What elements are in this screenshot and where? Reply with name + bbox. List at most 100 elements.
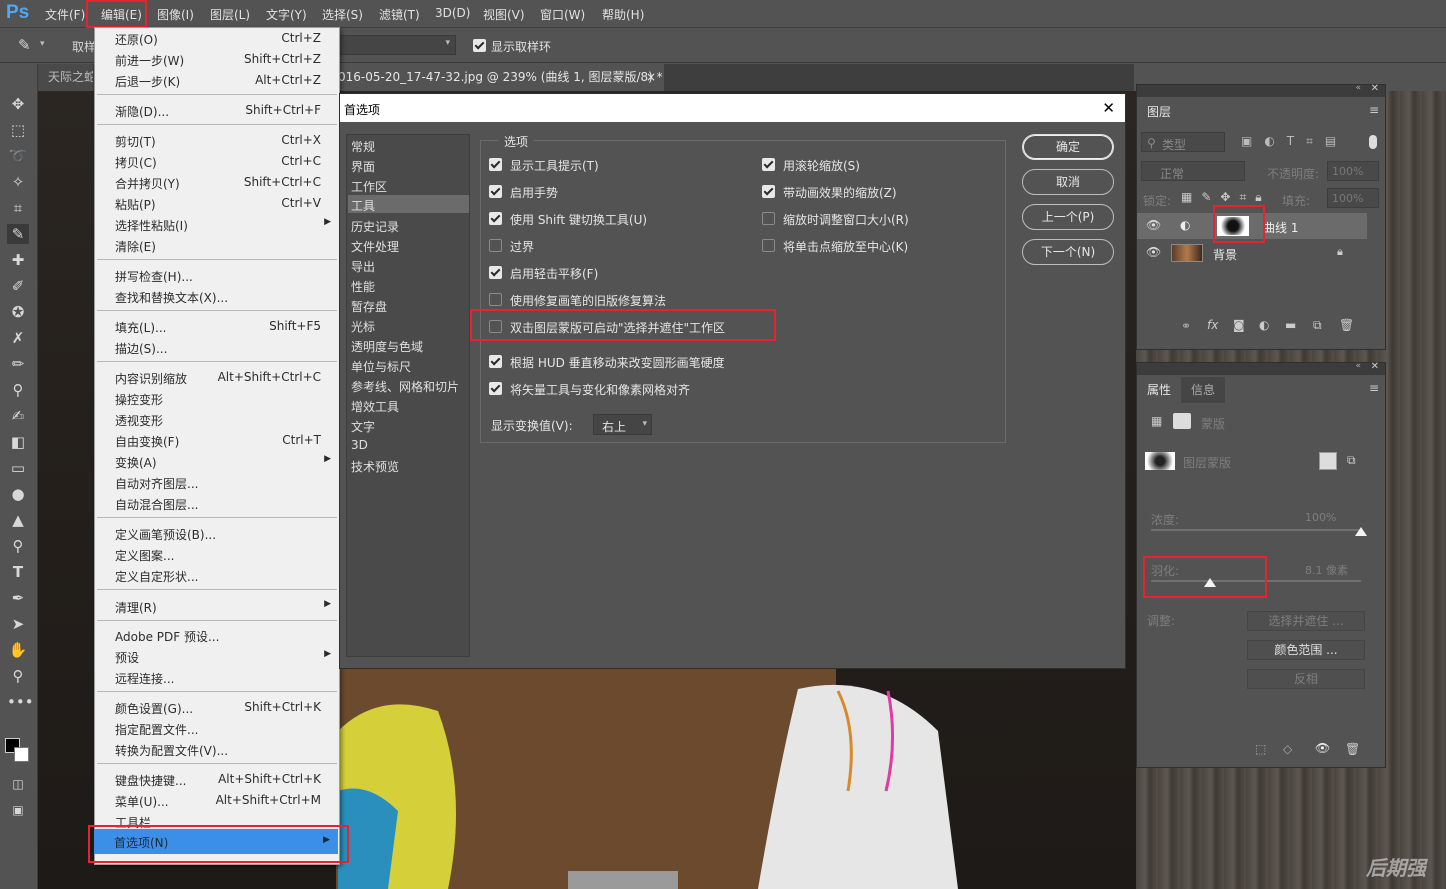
transform-values-dropdown[interactable]: 右上 ▾	[593, 414, 652, 435]
stamp-tool-icon[interactable]: ⚲	[7, 380, 29, 400]
prev-button[interactable]: 上一个(P)	[1022, 204, 1114, 230]
add-mask-icon[interactable]: ◙	[1233, 318, 1245, 332]
menu-layer[interactable]: 图层(L)	[210, 6, 250, 23]
density-slider-thumb[interactable]	[1355, 527, 1367, 536]
menu-item-pdf-presets[interactable]: Adobe PDF 预设...	[95, 625, 339, 646]
density-slider-track[interactable]	[1151, 529, 1361, 531]
dodge-tool-icon[interactable]: ⚲	[7, 536, 29, 556]
category-cursors[interactable]: 光标	[351, 318, 375, 335]
adjustment-layer-icon[interactable]: ◐	[1259, 318, 1269, 332]
menu-item-remote-connections[interactable]: 远程连接...	[95, 667, 339, 688]
menu-item-define-pattern[interactable]: 定义图案...	[95, 544, 339, 565]
menu-item-fade[interactable]: 渐隐(D)... Shift+Ctrl+F	[95, 100, 339, 121]
blur-tool-icon[interactable]: ●	[7, 484, 29, 504]
menu-item-menus[interactable]: 菜单(U)... Alt+Shift+Ctrl+M	[95, 790, 339, 811]
dialog-close-icon[interactable]: ✕	[1102, 99, 1115, 117]
category-file-handling[interactable]: 文件处理	[351, 238, 399, 255]
path-select-tool-icon[interactable]: ➤	[7, 614, 29, 634]
menu-type[interactable]: 文字(Y)	[266, 6, 307, 23]
tab-document-active[interactable]: 016-05-20_17-47-32.jpg @ 239% (曲线 1, 图层蒙…	[338, 64, 664, 91]
filter-toggle-icon[interactable]	[1369, 135, 1377, 149]
checkbox-show-tooltips[interactable]	[489, 158, 502, 171]
menu-item-purge[interactable]: 清理(R) ▶	[95, 596, 339, 617]
eraser-icon[interactable]: ◧	[7, 432, 29, 452]
category-guides[interactable]: 参考线、网格和切片	[351, 378, 459, 395]
category-plugins[interactable]: 增效工具	[351, 398, 399, 415]
lock-icons[interactable]: ▦✎✥⌗🔒︎	[1181, 190, 1271, 205]
color-range-button[interactable]: 颜色范围 ...	[1247, 640, 1365, 660]
fill-input[interactable]: 100%	[1327, 188, 1379, 208]
category-3d[interactable]: 3D	[351, 438, 368, 452]
checkbox-animated-zoom[interactable]	[762, 185, 775, 198]
category-transparency[interactable]: 透明度与色域	[351, 338, 423, 355]
menu-item-define-shape[interactable]: 定义自定形状...	[95, 565, 339, 586]
category-type[interactable]: 文字	[351, 418, 375, 435]
invert-button[interactable]: 反相	[1247, 669, 1365, 689]
add-vector-mask-icon[interactable]: ⧉	[1347, 453, 1356, 468]
gradient-tool-icon[interactable]: ▭	[7, 458, 29, 478]
crop-tool-icon[interactable]: ⌗	[7, 198, 29, 218]
category-workspace[interactable]: 工作区	[351, 178, 387, 195]
menu-item-undo[interactable]: 还原(O) Ctrl+Z	[95, 28, 339, 49]
menu-item-puppet-warp[interactable]: 操控变形	[95, 388, 339, 409]
menu-item-find-replace[interactable]: 查找和替换文本(X)...	[95, 286, 339, 307]
menu-item-content-aware-scale[interactable]: 内容识别缩放 Alt+Shift+Ctrl+C	[95, 367, 339, 388]
fx-icon[interactable]: fx	[1207, 318, 1218, 332]
delete-mask-icon[interactable]: 🗑︎	[1345, 742, 1360, 756]
category-general[interactable]: 常规	[351, 138, 375, 155]
menu-help[interactable]: 帮助(H)	[602, 6, 644, 23]
lasso-tool-icon[interactable]: ➰	[7, 146, 29, 166]
panel-close-icon[interactable]: ✕	[1371, 361, 1379, 372]
checkbox-hud-hardness[interactable]	[489, 355, 502, 368]
category-tech-preview[interactable]: 技术预览	[351, 458, 399, 475]
screen-mode-icon[interactable]: ▣	[7, 800, 29, 820]
background-color-swatch[interactable]	[14, 747, 29, 762]
menu-item-keyboard-shortcuts[interactable]: 键盘快捷键... Alt+Shift+Ctrl+K	[95, 769, 339, 790]
history-tool-icon[interactable]: ✍	[7, 406, 29, 426]
menu-filter[interactable]: 滤镜(T)	[379, 6, 420, 23]
menu-3d[interactable]: 3D(D)	[435, 6, 470, 20]
checkbox-zoom-scroll-wheel[interactable]	[762, 158, 775, 171]
clone-stamp-tool-icon[interactable]: ✪	[7, 302, 29, 322]
menu-item-paste[interactable]: 粘贴(P) Ctrl+V	[95, 193, 339, 214]
type-tool-icon[interactable]: T	[7, 562, 29, 582]
brush-tool-icon[interactable]: ✐	[7, 276, 29, 296]
menu-item-convert-profile[interactable]: 转换为配置文件(V)...	[95, 739, 339, 760]
layer-filter-icons[interactable]: ▣◐T⌗▤	[1241, 134, 1348, 149]
checkbox-overscroll[interactable]	[489, 239, 502, 252]
panel-close-icon[interactable]: ✕	[1371, 83, 1379, 94]
menu-item-spell-check[interactable]: 拼写检查(H)...	[95, 265, 339, 286]
pen-tool-icon[interactable]: ✒	[7, 588, 29, 608]
menu-image[interactable]: 图像(I)	[157, 6, 194, 23]
category-export[interactable]: 导出	[351, 258, 375, 275]
ok-button[interactable]: 确定	[1022, 134, 1114, 160]
category-history[interactable]: 历史记录	[351, 218, 399, 235]
category-tools[interactable]: 工具	[351, 197, 375, 214]
menu-window[interactable]: 窗口(W)	[540, 6, 585, 23]
menu-item-presets[interactable]: 预设 ▶	[95, 646, 339, 667]
menu-item-step-forward[interactable]: 前进一步(W) Shift+Ctrl+Z	[95, 49, 339, 70]
sample-dropdown[interactable]: ▾	[338, 35, 456, 55]
collapse-icon[interactable]: «	[1355, 83, 1361, 93]
category-interface[interactable]: 界面	[351, 158, 375, 175]
tab-document-1[interactable]: 天际之蛇	[38, 64, 93, 91]
blend-mode-dropdown[interactable]: 正常	[1141, 161, 1245, 181]
category-units[interactable]: 单位与标尺	[351, 358, 411, 375]
menu-item-auto-align[interactable]: 自动对齐图层...	[95, 472, 339, 493]
checkbox-zoom-resize-window[interactable]	[762, 212, 775, 225]
visibility-eye-icon[interactable]: 👁︎	[1146, 218, 1161, 232]
collapse-icon[interactable]: «	[1355, 361, 1361, 371]
menu-item-assign-profile[interactable]: 指定配置文件...	[95, 718, 339, 739]
checkbox-shift-switch-tools[interactable]	[489, 212, 502, 225]
category-performance[interactable]: 性能	[351, 278, 375, 295]
checkbox-zoom-clicked-point[interactable]	[762, 239, 775, 252]
menu-item-color-settings[interactable]: 颜色设置(G)... Shift+Ctrl+K	[95, 697, 339, 718]
group-folder-icon[interactable]: ▬	[1285, 318, 1296, 332]
select-and-mask-button[interactable]: 选择并遮住 ...	[1247, 611, 1365, 631]
load-selection-icon[interactable]: ⬚	[1255, 742, 1266, 756]
healing-brush-tool-icon[interactable]: ✚	[7, 250, 29, 270]
menu-item-transform[interactable]: 变换(A) ▶	[95, 451, 339, 472]
menu-item-cut[interactable]: 剪切(T) Ctrl+X	[95, 130, 339, 151]
move-tool-icon[interactable]: ✥	[7, 94, 29, 114]
panel-menu-icon[interactable]: ≡	[1369, 103, 1379, 117]
